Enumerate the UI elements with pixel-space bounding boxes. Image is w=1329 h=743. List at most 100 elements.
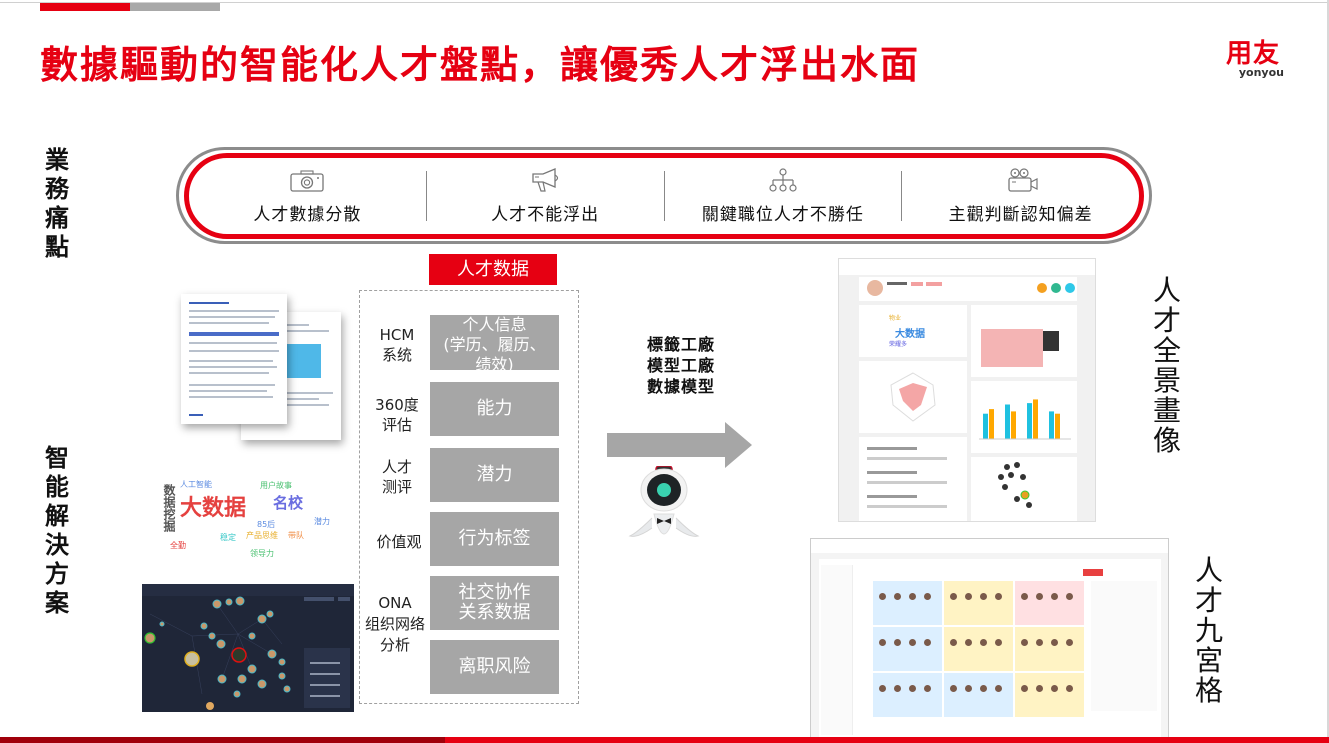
avatar [1021,685,1028,692]
nine-box-cell[interactable] [1015,581,1084,625]
word-cloud-word: 领导力 [250,549,274,558]
radar-card [859,361,967,433]
footer-bar-red [445,737,1329,743]
action-button[interactable] [1083,569,1103,576]
pain-point-label: 關鍵職位人才不勝任 [701,204,864,225]
word-cloud-word: 名校 [273,494,304,512]
avatar [950,685,957,692]
bar-mark [1055,413,1060,439]
solution-label: 智能解決方案 [45,444,69,617]
social-network-card [971,457,1077,521]
word-cloud-word: 产品思维 [246,531,278,540]
pain-point-item: 人才不能浮出 [427,158,664,234]
process-step: 數據模型 [646,377,715,396]
employee-list [821,565,853,735]
nine-box-cell[interactable] [873,673,942,717]
source-label: HCM 系统 [379,326,415,364]
word-cloud-word: 用户故事 [260,481,292,490]
avatar [924,685,931,692]
avatar [1066,685,1073,692]
avatar [1051,593,1058,600]
bar-mark [1011,411,1016,439]
bar-mark [1033,399,1038,439]
org-chart-icon [763,167,803,194]
nine-box-cell[interactable] [1015,673,1084,717]
talent-nine-box-screenshot [810,538,1169,741]
word-cloud-word: 潜力 [314,517,330,526]
avatar [995,685,1002,692]
data-box: 潜力 [430,448,559,502]
process-steps: 標籤工廠 模型工廠 數據模型 [636,334,726,397]
bar-mark [1005,404,1010,439]
nine-box-cell[interactable] [873,627,942,671]
page-title: 數據驅動的智能化人才盤點，讓優秀人才浮出水面 [40,43,921,87]
avatar [909,639,916,646]
avatar [965,685,972,692]
pain-points-label: 業務痛點 [45,146,69,261]
avatar [980,685,987,692]
legend-panel [1091,581,1157,711]
work-history-card [859,437,967,521]
avatar [1051,639,1058,646]
avatar [965,593,972,600]
camera-icon [287,168,327,194]
data-box: 行为标签 [430,512,559,566]
avatar [995,593,1002,600]
tag-cloud-card: 大数据 物业 荣耀多 [859,305,967,357]
avatar [909,593,916,600]
process-step: 模型工廠 [646,356,715,375]
source-label: 人才 测评 [381,458,412,496]
bar-mark [983,413,988,439]
data-box: 社交协作 关系数据 [430,576,559,630]
avatar [894,593,901,600]
video-camera-icon [1001,167,1041,194]
avatar [995,639,1002,646]
profile-header [859,277,1077,301]
avatar [950,593,957,600]
pain-point-label: 人才數據分散 [253,204,362,225]
nine-box-cell[interactable] [944,581,1013,625]
accent-bar-red [40,3,130,11]
avatar [1036,685,1043,692]
avatar [1036,639,1043,646]
avatar [894,639,901,646]
data-box: 能力 [430,382,559,436]
avatar [1066,639,1073,646]
pain-point-item: 主觀判斷認知偏差 [902,158,1139,234]
source-label: ONA 组织网络 分析 [364,594,425,654]
avatar [1066,593,1073,600]
pain-point-label: 主觀判斷認知偏差 [948,204,1093,225]
avatar [950,639,957,646]
footer-bar-dark [0,737,445,743]
word-cloud-word: 带队 [288,531,304,540]
bar-chart-svg [979,399,1071,440]
avatar [879,639,886,646]
network-graph [142,584,354,710]
avatar [894,685,901,692]
pain-points-capsule: 人才數據分散 人才不能浮出 關鍵職位人才不勝任 主觀判斷認知偏差 [184,153,1144,239]
avatar [1036,593,1043,600]
nine-box-panel [819,559,1161,739]
nine-box-cell[interactable] [944,673,1013,717]
talent-portrait-label: 人才全景畫像 [1152,274,1181,457]
nine-box-cell[interactable] [944,627,1013,671]
word-cloud-word: 85后 [257,520,276,529]
nine-box-cell[interactable] [1015,627,1084,671]
report-page [181,294,287,424]
assessment-report-image [175,292,350,442]
arrow-right-icon [607,422,752,472]
performance-bar-chart [971,381,1077,453]
bar-mark [989,409,994,439]
avatar [1021,639,1028,646]
word-cloud-word: 稳定 [220,533,236,542]
avatar [924,593,931,600]
source-label: 价值观 [376,533,422,551]
nine-box-cell[interactable] [873,581,942,625]
bar-mark [1027,403,1032,439]
megaphone-icon [525,167,565,194]
avatar [909,685,916,692]
avatar [879,593,886,600]
talent-data-header: 人才数据 [429,254,557,285]
data-box: 个人信息 (学历、履历、 绩效) [430,315,559,370]
yonyou-logo: 用友 yonyou [1218,40,1288,79]
